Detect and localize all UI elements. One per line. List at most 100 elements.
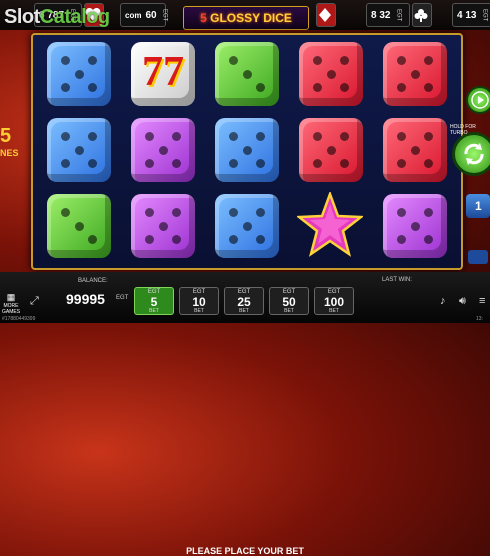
club-suit-icon [414, 9, 428, 22]
dice-pip [340, 83, 349, 92]
jackpot-4-value: 4 13 [457, 9, 477, 21]
balance-currency: EGT [116, 295, 129, 301]
dice-pip [326, 69, 336, 79]
menu-icon[interactable]: ≡ [479, 295, 485, 307]
reel-cell-r1-c0 [41, 114, 117, 186]
game-title: 5 GLOSSY DICE [183, 6, 309, 30]
bet-prompt: PLEASE PLACE YOUR BET [186, 546, 304, 556]
dice-pip [158, 145, 168, 155]
dice-pip [229, 132, 238, 141]
bet-label: BET [284, 308, 294, 314]
bet-value: 100 [323, 295, 345, 309]
bet-label: BET [149, 308, 159, 314]
watermark-logo: SlotCatalog [4, 6, 110, 29]
bet-button-50[interactable]: EGT 50 BET [269, 287, 309, 315]
dice-pip [397, 83, 406, 92]
dice-pip [158, 221, 168, 231]
bet-label: BET [329, 308, 339, 314]
dice-pip [424, 208, 433, 217]
dice-pip [242, 221, 252, 231]
dice-pip [410, 145, 420, 155]
watermark-part2: Catalog [39, 6, 110, 28]
reel-cell-r2-c0 [41, 190, 117, 262]
dice-pip [88, 235, 97, 244]
dice-pip [242, 145, 252, 155]
dice-pip [74, 221, 84, 231]
dice-pip [313, 83, 322, 92]
feature-counter-label: NES [0, 148, 19, 158]
music-icon[interactable]: ♪ [440, 295, 446, 307]
dice-pip [424, 132, 433, 141]
feature-counter: 5 NES [0, 125, 22, 158]
blue-dice-symbol [47, 42, 111, 106]
blue-dice-symbol [47, 118, 111, 182]
reel-cell-r1-c3 [293, 114, 369, 186]
dice-pip [256, 83, 265, 92]
dice-pip [313, 56, 322, 65]
bet-value: 25 [237, 295, 251, 309]
reel-cell-r1-c4 [377, 114, 453, 186]
dice-pip [145, 159, 154, 168]
red-dice-symbol [383, 118, 447, 182]
dice-pip [397, 208, 406, 217]
dice-pip [88, 56, 97, 65]
bet-value: 5 [150, 295, 158, 309]
dice-pip [61, 208, 70, 217]
dice-pip [172, 159, 181, 168]
dice-pip [326, 145, 336, 155]
speaker-icon[interactable]: 🔊︎ [459, 295, 466, 308]
jackpot-diamond [316, 3, 336, 27]
seven-icon: 77 [142, 49, 184, 95]
reel-cell-r1-c2 [209, 114, 285, 186]
dice-pip [61, 159, 70, 168]
jackpot-3: 8 32 EGT [366, 3, 410, 27]
blue-dice-symbol [215, 118, 279, 182]
dice-pip [410, 221, 420, 231]
spin-button[interactable] [452, 132, 490, 176]
bet-button-10[interactable]: EGT 10 BET [179, 287, 219, 315]
dice-pip [229, 235, 238, 244]
autoplay-count: 1 [475, 199, 482, 213]
refresh-icon [464, 143, 484, 165]
red-dice-symbol [299, 118, 363, 182]
hold-for-turbo-label: HOLD FOR TURBO [450, 124, 476, 136]
autoplay-button[interactable]: 1 [466, 194, 490, 218]
dice-pip [256, 132, 265, 141]
bet-label: BET [239, 308, 249, 314]
dice-pip [74, 69, 84, 79]
reel-cell-r0-c2 [209, 38, 285, 110]
settings-button[interactable] [468, 250, 488, 264]
bet-button-5[interactable]: EGT 5 BET [134, 287, 174, 315]
dice-pip [397, 235, 406, 244]
dice-pip [313, 159, 322, 168]
dice-pip [340, 56, 349, 65]
last-win-label: LAST WIN: [382, 277, 412, 283]
dice-pip [88, 132, 97, 141]
play-icon [471, 91, 489, 109]
bet-button-25[interactable]: EGT 25 BET [224, 287, 264, 315]
reel-cell-r0-c0 [41, 38, 117, 110]
dice-pip [88, 83, 97, 92]
start-button[interactable] [466, 86, 490, 114]
dice-pip [172, 208, 181, 217]
bet-label: BET [194, 308, 204, 314]
star-symbol-icon [297, 192, 363, 257]
fullscreen-icon[interactable]: ⤢ [30, 295, 39, 308]
dice-pip [229, 56, 238, 65]
more-games-button[interactable]: ▦ MORE GAMES [2, 292, 21, 315]
purple-dice-symbol [131, 194, 195, 258]
dice-pip [145, 208, 154, 217]
bet-value: 50 [282, 295, 296, 309]
grid-icon: ▦ [6, 292, 16, 302]
dice-pip [242, 69, 252, 79]
more-games-label: MORE GAMES [2, 303, 21, 315]
dice-pip [340, 132, 349, 141]
jackpot-2-value: 60 [145, 9, 157, 21]
game-title-number: 5 [200, 11, 207, 25]
dice-pip [74, 145, 84, 155]
diamond-suit-icon [319, 8, 331, 22]
dice-pip [256, 235, 265, 244]
bet-button-100[interactable]: EGT 100 BET [314, 287, 354, 315]
green-dice-symbol [215, 42, 279, 106]
reel-cell-r1-c1 [125, 114, 201, 186]
